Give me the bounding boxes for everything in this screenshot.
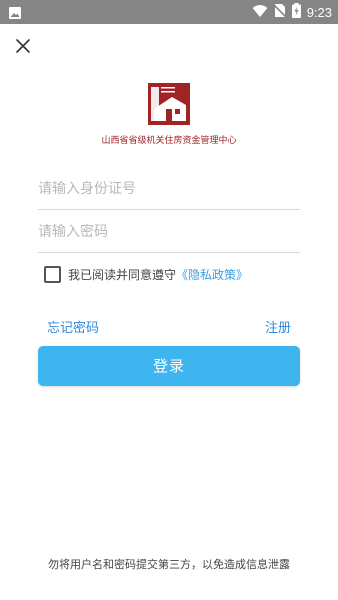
security-warning: 勿将用户名和密码提交第三方，以免造成信息泄露 bbox=[48, 558, 290, 571]
close-icon bbox=[13, 39, 33, 60]
org-name: 山西省省级机关住房资金管理中心 bbox=[101, 136, 237, 146]
clock: 9:23 bbox=[306, 4, 332, 20]
password-field[interactable] bbox=[38, 211, 300, 253]
forgot-password-link[interactable]: 忘记密码 bbox=[47, 317, 99, 336]
image-notification-icon bbox=[8, 5, 22, 19]
register-link[interactable]: 注册 bbox=[265, 317, 291, 336]
close-button[interactable] bbox=[13, 36, 33, 56]
id-number-input[interactable] bbox=[38, 168, 300, 209]
logo bbox=[0, 83, 338, 129]
housing-fund-logo-icon bbox=[148, 83, 190, 125]
agree-label: 我已阅读并同意遵守 bbox=[68, 268, 177, 282]
agree-checkbox[interactable] bbox=[44, 266, 61, 283]
status-bar: 9:23 bbox=[0, 0, 338, 24]
privacy-agreement: 我已阅读并同意遵守 《隐私政策》 bbox=[44, 266, 248, 283]
privacy-policy-link[interactable]: 《隐私政策》 bbox=[176, 266, 248, 283]
battery-charging-icon bbox=[291, 2, 301, 22]
login-button[interactable]: 登录 bbox=[38, 346, 300, 386]
password-input[interactable] bbox=[38, 211, 300, 252]
wifi-icon bbox=[252, 3, 268, 22]
id-number-field[interactable] bbox=[38, 168, 300, 210]
no-sim-icon bbox=[273, 3, 287, 22]
